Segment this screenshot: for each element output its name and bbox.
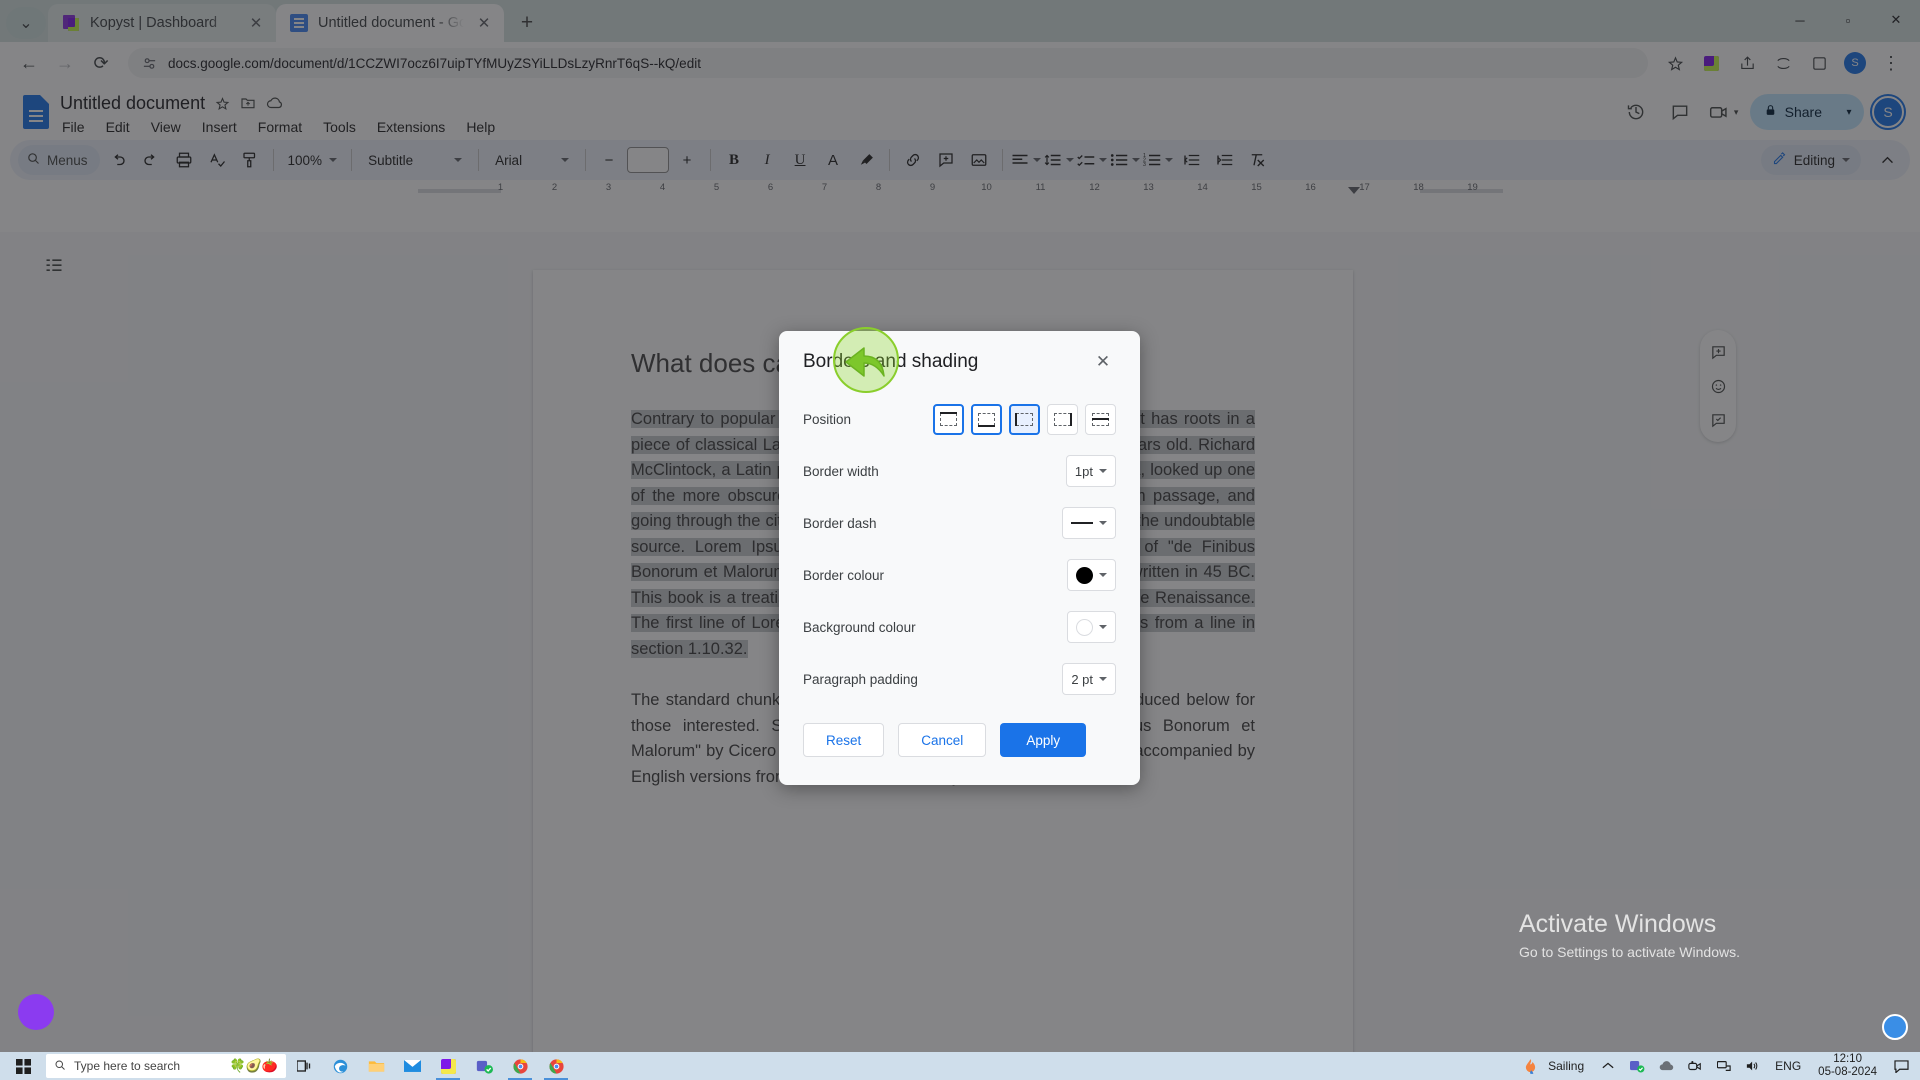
kopyst-icon[interactable] — [430, 1052, 466, 1080]
chrome-icon[interactable] — [502, 1052, 538, 1080]
reset-button[interactable]: Reset — [803, 723, 885, 757]
cursor-arrow-icon — [845, 347, 885, 377]
flame-icon[interactable] — [1517, 1052, 1543, 1080]
colour-swatch — [1076, 618, 1093, 636]
border-between-button[interactable] — [1085, 403, 1116, 435]
clock[interactable]: 12:10 05-08-2024 — [1810, 1053, 1885, 1079]
position-buttons — [933, 403, 1116, 435]
border-colour-row: Border colour — [803, 549, 1116, 601]
border-bottom-button[interactable] — [971, 403, 1002, 435]
border-dash-select[interactable] — [1062, 507, 1116, 539]
paragraph-padding-select[interactable]: 2 pt — [1062, 663, 1116, 695]
background-colour-select[interactable] — [1067, 611, 1116, 643]
chrome-icon[interactable] — [538, 1052, 574, 1080]
search-placeholder: Type here to search — [74, 1059, 181, 1073]
border-top-button[interactable] — [933, 403, 964, 435]
watermark-title: Activate Windows — [1519, 910, 1717, 938]
clock-date: 05-08-2024 — [1818, 1066, 1877, 1078]
chevron-down-icon — [1099, 469, 1107, 473]
background-colour-label: Background colour — [803, 619, 916, 635]
task-view-icon[interactable] — [286, 1052, 322, 1080]
background-colour-row: Background colour — [803, 601, 1116, 653]
border-width-label: Border width — [803, 463, 879, 479]
border-left-button[interactable] — [1009, 403, 1040, 435]
chevron-down-icon — [1099, 573, 1107, 577]
border-colour-label: Border colour — [803, 567, 885, 583]
notifications-icon[interactable] — [1888, 1052, 1914, 1080]
clock-time: 12:10 — [1833, 1053, 1862, 1065]
dialog-footer: Reset Cancel Apply — [803, 723, 1116, 757]
position-label: Position — [803, 411, 852, 427]
language-indicator[interactable]: ENG — [1769, 1059, 1807, 1073]
mail-icon[interactable] — [394, 1052, 430, 1080]
close-icon[interactable]: ✕ — [1090, 349, 1116, 375]
colour-swatch — [1076, 566, 1093, 584]
file-explorer-icon[interactable] — [358, 1052, 394, 1080]
border-width-value: 1pt — [1074, 463, 1093, 479]
teams-tray-icon[interactable] — [1624, 1052, 1650, 1080]
show-hidden-icons-chevron[interactable] — [1595, 1052, 1621, 1080]
windows-taskbar: Type here to search 🍀🥑🍅 Sailing ENG 12:1… — [0, 1052, 1920, 1080]
search-input[interactable]: Type here to search 🍀🥑🍅 — [46, 1054, 286, 1078]
border-dash-row: Border dash — [803, 497, 1116, 549]
chevron-down-icon — [1099, 521, 1107, 525]
teams-icon[interactable] — [466, 1052, 502, 1080]
border-width-select[interactable]: 1pt — [1065, 455, 1116, 487]
search-icon — [54, 1059, 66, 1074]
network-icon[interactable] — [1711, 1052, 1737, 1080]
search-emoji-decoration: 🍀🥑🍅 — [229, 1058, 278, 1073]
kopyst-floating-button[interactable] — [18, 994, 54, 1030]
border-dash-label: Border dash — [803, 515, 877, 531]
border-colour-select[interactable] — [1067, 559, 1116, 591]
chevron-down-icon — [1099, 625, 1107, 629]
volume-icon[interactable] — [1740, 1052, 1766, 1080]
apply-button[interactable]: Apply — [1000, 723, 1087, 757]
help-floating-button[interactable] — [1882, 1014, 1908, 1040]
system-tray: Sailing ENG 12:10 05-08-2024 — [1517, 1052, 1920, 1080]
edge-icon[interactable] — [322, 1052, 358, 1080]
paragraph-padding-row: Paragraph padding 2 pt — [803, 653, 1116, 705]
windows-start-icon[interactable] — [0, 1052, 46, 1080]
onedrive-icon[interactable] — [1653, 1052, 1679, 1080]
paragraph-padding-value: 2 pt — [1071, 671, 1093, 687]
activate-windows-watermark: Activate Windows Go to Settings to activ… — [1519, 910, 1740, 960]
watermark-subtitle: Go to Settings to activate Windows. — [1519, 944, 1740, 960]
border-right-button[interactable] — [1047, 403, 1078, 435]
cancel-button[interactable]: Cancel — [898, 723, 987, 757]
position-row: Position — [803, 393, 1116, 445]
camera-tray-icon[interactable] — [1682, 1052, 1708, 1080]
weather-label[interactable]: Sailing — [1546, 1059, 1592, 1073]
chevron-down-icon — [1099, 677, 1107, 681]
solid-line-icon — [1071, 522, 1093, 524]
paragraph-padding-label: Paragraph padding — [803, 671, 918, 687]
borders-and-shading-dialog: Borders and shading ✕ Position Border wi… — [779, 331, 1140, 785]
border-width-row: Border width 1pt — [803, 445, 1116, 497]
